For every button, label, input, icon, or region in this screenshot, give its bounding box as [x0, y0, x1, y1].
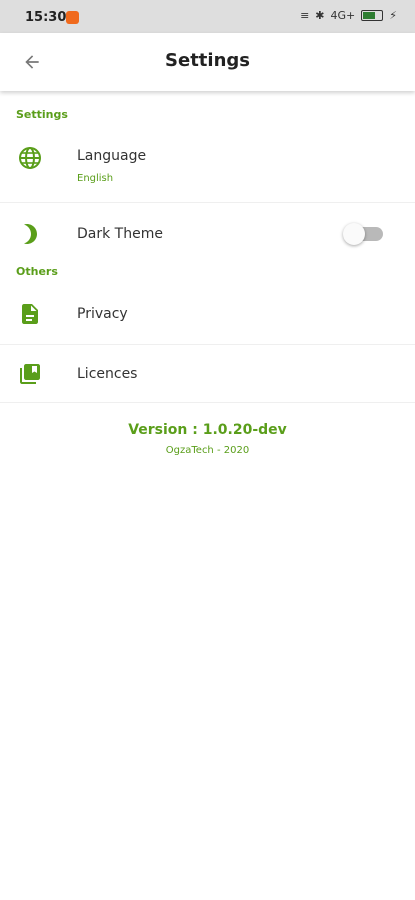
copyright-text: OgzaTech - 2020 [165, 445, 250, 456]
battery-icon [361, 10, 384, 21]
divider [0, 402, 415, 403]
page-title: Settings [165, 50, 250, 71]
section-header-others: Others [16, 265, 58, 278]
language-label: Language [77, 148, 147, 164]
dark-theme-row[interactable]: Dark Theme [0, 218, 415, 252]
wifi-icon: ≡ [300, 9, 310, 22]
document-icon [18, 302, 42, 326]
language-row[interactable]: Language English [0, 138, 415, 200]
dark-theme-toggle[interactable] [343, 223, 383, 245]
notification-icon [66, 11, 79, 24]
network-label: 4G+ [330, 9, 356, 22]
status-icons: ≡ ✱ 4G+ ⚡ [300, 9, 397, 22]
privacy-row[interactable]: Privacy [0, 292, 415, 336]
app-bar: Settings [0, 33, 415, 91]
status-time: 15:30 [25, 10, 67, 25]
status-bar: 15:30 ≡ ✱ 4G+ ⚡ [0, 0, 415, 33]
toggle-knob [343, 223, 365, 245]
charging-icon: ⚡ [389, 9, 397, 22]
library-icon [18, 362, 42, 386]
dark-theme-label: Dark Theme [77, 226, 163, 242]
moon-icon [18, 222, 42, 246]
language-value: English [77, 173, 114, 184]
divider [0, 344, 415, 345]
section-header-settings: Settings [16, 108, 68, 121]
globe-icon [18, 146, 42, 170]
divider [0, 202, 415, 203]
version-text: Version : 1.0.20-dev [128, 422, 287, 438]
licences-row[interactable]: Licences [0, 352, 415, 396]
bluetooth-icon: ✱ [315, 9, 325, 22]
privacy-label: Privacy [77, 306, 128, 322]
licences-label: Licences [77, 366, 138, 382]
